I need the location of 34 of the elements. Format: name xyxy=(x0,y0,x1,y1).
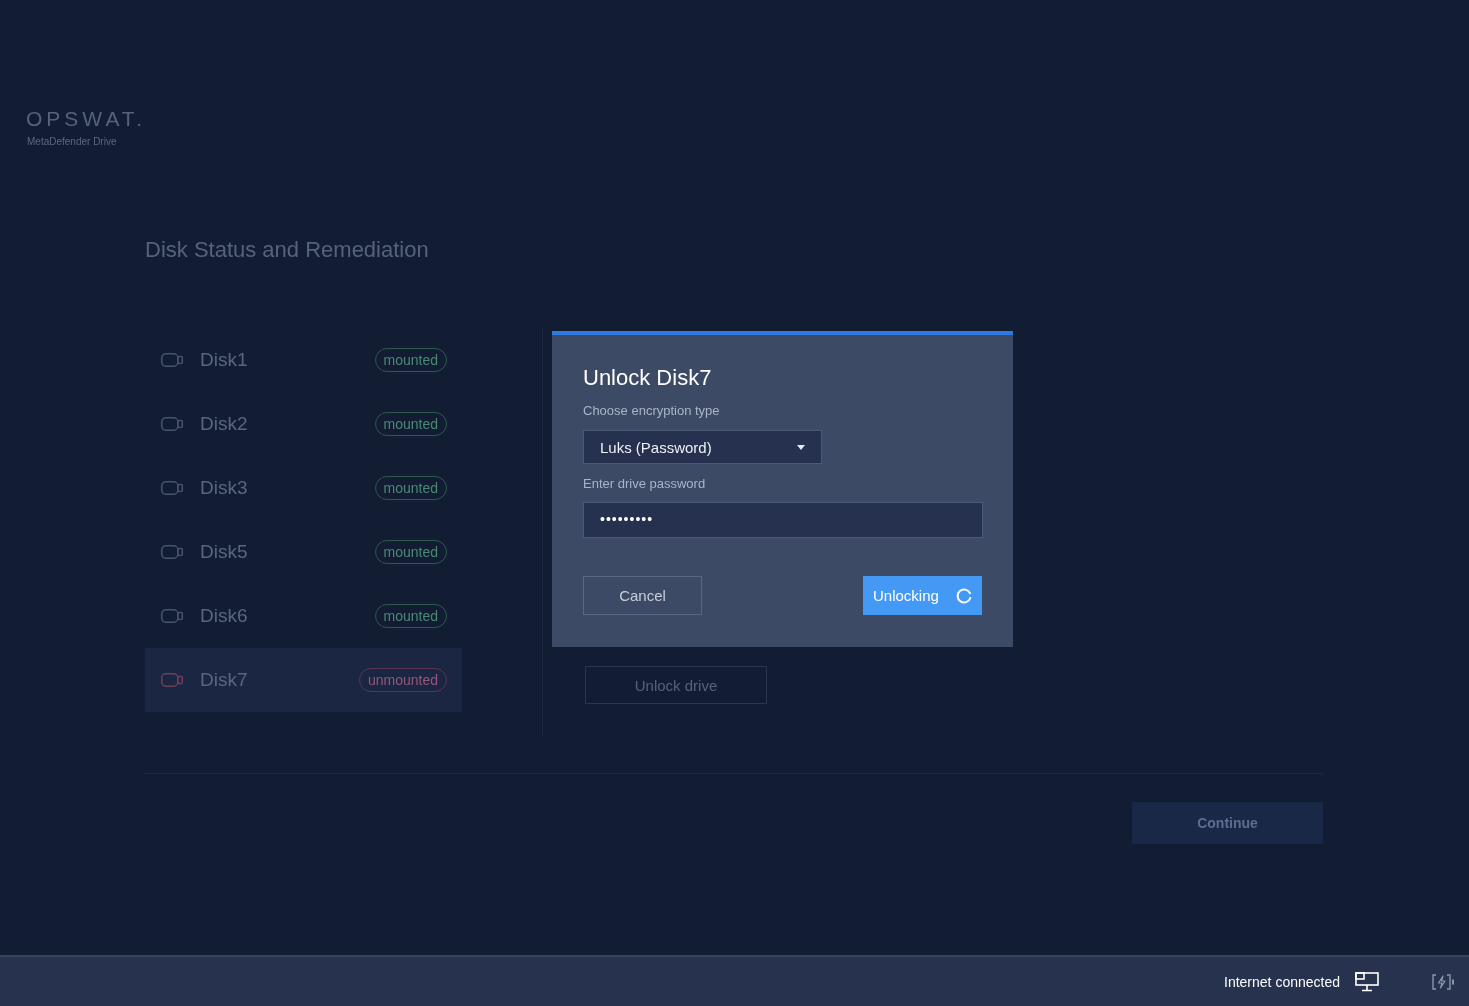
field-label: Choose encryption type xyxy=(583,403,720,419)
disk-row[interactable]: Disk2 mounted xyxy=(145,392,462,456)
cancel-button[interactable]: Cancel xyxy=(583,576,702,615)
disk-row[interactable]: Disk3 mounted xyxy=(145,456,462,520)
drive-icon xyxy=(161,545,183,559)
unlocking-button[interactable]: Unlocking xyxy=(863,576,982,615)
logo-wordmark: OPSWAT. xyxy=(26,108,147,130)
monitor-icon[interactable] xyxy=(1355,971,1379,992)
drive-icon xyxy=(161,673,183,687)
password-field[interactable]: ••••••••• xyxy=(583,502,983,538)
battery-charging-icon[interactable] xyxy=(1431,973,1455,990)
drive-icon xyxy=(161,353,183,367)
drive-icon xyxy=(161,609,183,623)
drive-icon xyxy=(161,481,183,495)
disk-row[interactable]: Disk6 mounted xyxy=(145,584,462,648)
disk-name: Disk6 xyxy=(200,605,248,627)
encryption-dropdown[interactable]: Luks (Password) xyxy=(583,430,822,464)
connection-status: Internet connected xyxy=(1224,973,1340,990)
disk-name: Disk7 xyxy=(200,669,248,691)
field-label: Enter drive password xyxy=(583,476,706,492)
disk-name: Disk5 xyxy=(200,541,248,563)
disk-name: Disk2 xyxy=(200,413,248,435)
dialog-title: Unlock Disk7 xyxy=(583,365,712,391)
page-title: Disk Status and Remediation xyxy=(145,237,429,263)
disk-name: Disk1 xyxy=(200,349,248,371)
disk-row[interactable]: Disk1 mounted xyxy=(145,328,462,392)
unlock-drive-button[interactable]: Unlock drive xyxy=(585,666,767,704)
disk-row[interactable]: Disk7 unmounted xyxy=(145,648,462,712)
disk-row[interactable]: Disk5 mounted xyxy=(145,520,462,584)
disk-name: Disk3 xyxy=(200,477,248,499)
caret-icon xyxy=(797,444,805,450)
product-name: MetaDefender Drive xyxy=(27,136,117,148)
continue-button[interactable]: Continue xyxy=(1132,802,1323,844)
drive-icon xyxy=(161,417,183,431)
